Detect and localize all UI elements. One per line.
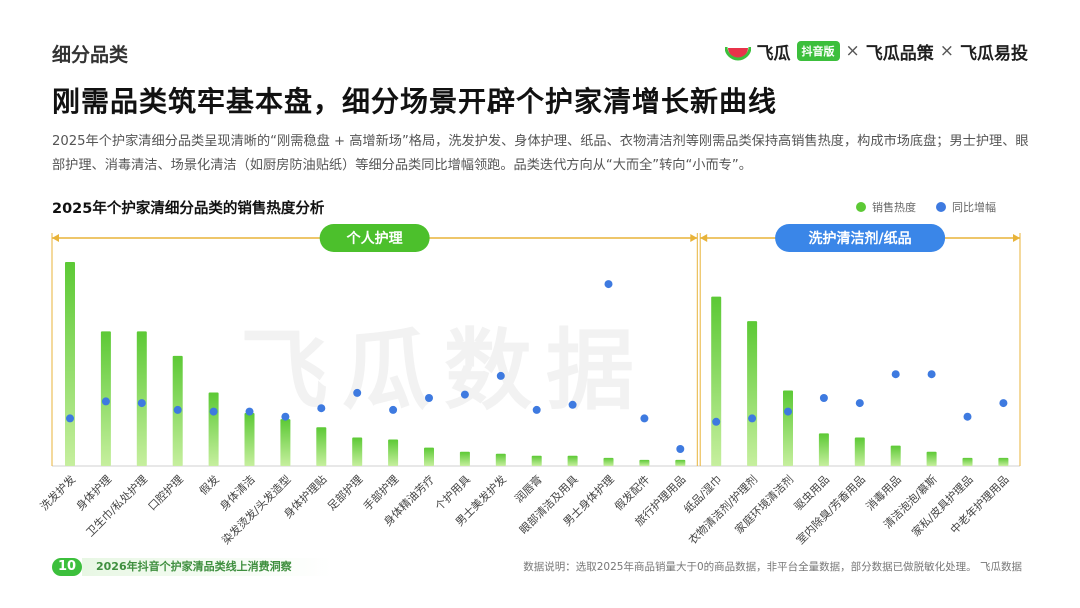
bar-22	[854, 437, 865, 466]
bar-17	[675, 459, 686, 466]
bar-25	[962, 457, 973, 466]
bar-23	[890, 445, 901, 466]
data-note: 数据说明：选取2025年商品销量大于0的商品数据，非平台全量数据，部分数据已做脱…	[523, 561, 1022, 573]
bar-12	[495, 453, 506, 466]
dot-13	[532, 405, 541, 414]
bar-5	[244, 412, 255, 466]
dot-5	[245, 407, 254, 416]
dot-21	[819, 394, 828, 402]
category-label-0: 洗发护发	[37, 472, 78, 513]
bar-11	[459, 451, 470, 466]
dot-1	[101, 397, 110, 406]
dot-6	[281, 412, 290, 421]
bar-26	[998, 457, 1009, 466]
dot-23	[891, 370, 900, 379]
bar-4	[208, 392, 219, 466]
dot-11	[460, 390, 469, 399]
dot-2	[137, 399, 146, 408]
dot-10	[425, 394, 433, 402]
sales-heat-chart: 个人护理 洗护清洁剂/纸品洗发护发身体护理卫生巾/私处护理口腔护理 假发身体清洁染发…	[37, 224, 1021, 547]
dot-12	[496, 371, 505, 380]
dot-19	[748, 414, 757, 423]
bar-19	[747, 321, 758, 466]
group-arrow-left-1	[700, 234, 708, 242]
dot-24	[927, 370, 936, 379]
group-label-1: 洗护清洁剂/纸品	[809, 230, 912, 247]
bar-8	[352, 437, 363, 466]
bar-18	[711, 296, 722, 466]
dot-4	[209, 407, 218, 416]
bar-14	[567, 455, 578, 466]
bar-0	[65, 262, 75, 466]
dot-14	[568, 400, 577, 409]
bar-6	[280, 419, 291, 466]
bar-13	[531, 455, 542, 466]
dot-0	[66, 414, 74, 423]
dot-25	[963, 412, 972, 421]
category-label-25: 家私/皮具护理品	[909, 472, 976, 539]
dot-18	[712, 417, 721, 426]
group-label-0: 个人护理	[346, 230, 403, 247]
dot-7	[317, 404, 326, 413]
dot-15	[604, 280, 613, 289]
bar-7	[316, 427, 327, 466]
report-name: 2026年抖音个护家清品类线上消费洞察	[82, 558, 332, 576]
category-label-2: 卫生巾/私处护理	[83, 472, 150, 539]
dot-3	[173, 405, 182, 414]
group-arrow-right-0	[690, 234, 698, 242]
dot-9	[389, 405, 398, 414]
dot-22	[855, 399, 864, 408]
bar-24	[926, 451, 937, 466]
bar-10	[424, 447, 434, 466]
dot-17	[676, 445, 685, 453]
bar-9	[388, 439, 399, 466]
bar-16	[639, 459, 650, 466]
bar-15	[603, 457, 614, 466]
dot-16	[640, 414, 649, 423]
category-label-13: 润唇膏	[512, 472, 545, 505]
group-arrow-left-0	[52, 234, 59, 242]
category-label-3: 口腔护理	[145, 472, 186, 513]
bar-21	[818, 433, 829, 466]
category-label-8: 足部护理	[324, 472, 365, 513]
category-label-4: 假发	[196, 472, 221, 497]
dot-26	[999, 399, 1008, 408]
bar-2	[136, 331, 147, 466]
page-number: 10	[52, 558, 82, 576]
dot-8	[353, 388, 362, 397]
group-arrow-right-1	[1013, 234, 1020, 242]
bar-20	[783, 390, 793, 466]
dot-20	[784, 407, 792, 416]
